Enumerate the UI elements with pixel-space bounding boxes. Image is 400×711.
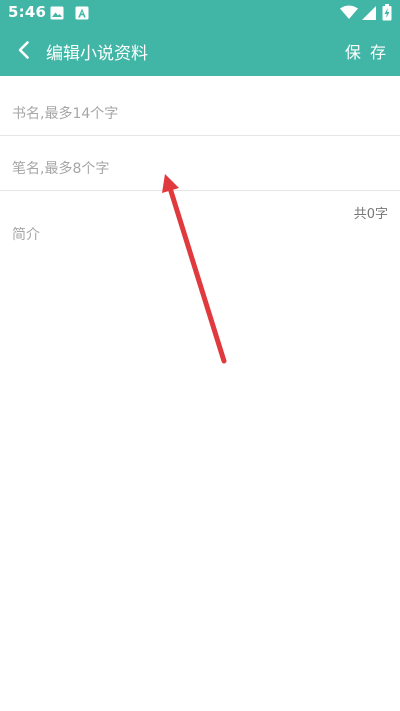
- chevron-left-icon: [18, 41, 29, 59]
- page-title: 编辑小说资料: [46, 44, 148, 64]
- book-title-field: [0, 76, 400, 136]
- save-button[interactable]: 保 存: [345, 39, 388, 63]
- a-notification-icon: [75, 6, 89, 20]
- toolbar: 编辑小说资料 保 存: [0, 26, 400, 76]
- book-title-input[interactable]: [12, 104, 388, 124]
- intro-field: 共0字: [0, 191, 400, 491]
- status-bar: 5:46: [0, 0, 400, 26]
- pen-name-field: [0, 136, 400, 191]
- intro-textarea[interactable]: [12, 224, 388, 424]
- wifi-icon: [340, 5, 358, 19]
- image-icon: [50, 6, 64, 20]
- signal-icon: [362, 6, 376, 20]
- battery-charging-icon: [382, 4, 392, 21]
- status-time: 5:46: [8, 3, 47, 21]
- back-button[interactable]: [6, 32, 42, 68]
- char-count: 共0字: [353, 207, 388, 222]
- pen-name-input[interactable]: [12, 159, 388, 179]
